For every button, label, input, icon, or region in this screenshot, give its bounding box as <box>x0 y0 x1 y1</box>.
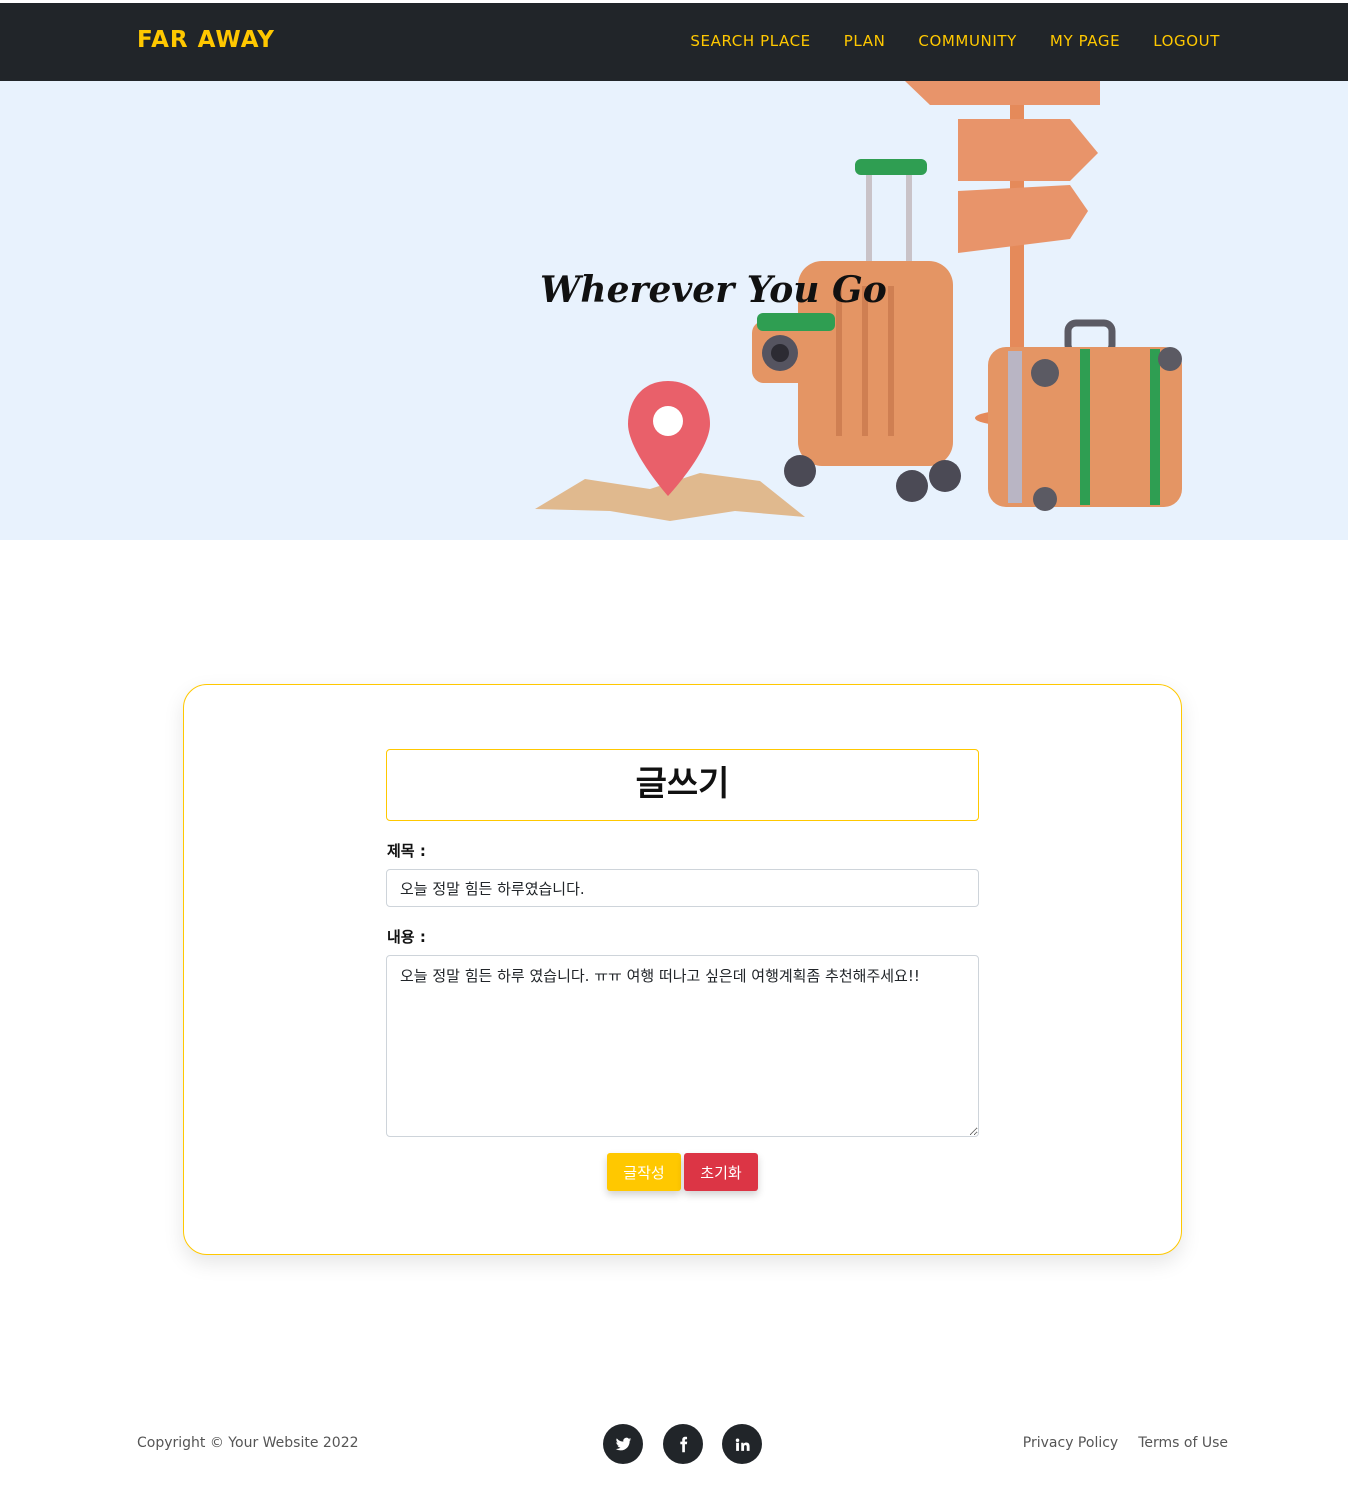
content-textarea[interactable]: 오늘 정말 힘든 하루 였습니다. ㅠㅠ 여행 떠나고 싶은데 여행계획좀 추천… <box>386 955 979 1137</box>
hero-title: Wherever You Go <box>540 269 887 311</box>
nav-plan[interactable]: PLAN <box>844 32 886 50</box>
twitter-icon[interactable] <box>603 1424 643 1464</box>
title-label: 제목 : <box>387 842 426 860</box>
nav-search-place[interactable]: SEARCH PLACE <box>690 32 810 50</box>
main-nav: SEARCH PLACE PLAN COMMUNITY MY PAGE LOGO… <box>690 32 1220 50</box>
navbar: FAR AWAY SEARCH PLACE PLAN COMMUNITY MY … <box>0 3 1348 81</box>
copyright-text: Copyright © Your Website 2022 <box>137 1435 359 1451</box>
nav-my-page[interactable]: MY PAGE <box>1050 32 1120 50</box>
brand-logo[interactable]: FAR AWAY <box>137 27 275 53</box>
form-heading: 글쓰기 <box>386 749 979 821</box>
reset-button[interactable]: 초기화 <box>684 1153 758 1191</box>
footer-links: Privacy Policy Terms of Use <box>1023 1435 1228 1451</box>
content-label: 내용 : <box>387 928 426 946</box>
facebook-icon[interactable] <box>663 1424 703 1464</box>
hero-banner: Wherever You Go <box>0 81 1348 540</box>
terms-of-use-link[interactable]: Terms of Use <box>1138 1435 1228 1451</box>
title-input[interactable] <box>386 869 979 907</box>
nav-logout[interactable]: LOGOUT <box>1153 32 1220 50</box>
nav-community[interactable]: COMMUNITY <box>918 32 1017 50</box>
privacy-policy-link[interactable]: Privacy Policy <box>1023 1435 1118 1451</box>
linkedin-icon[interactable] <box>722 1424 762 1464</box>
submit-button[interactable]: 글작성 <box>607 1153 681 1191</box>
